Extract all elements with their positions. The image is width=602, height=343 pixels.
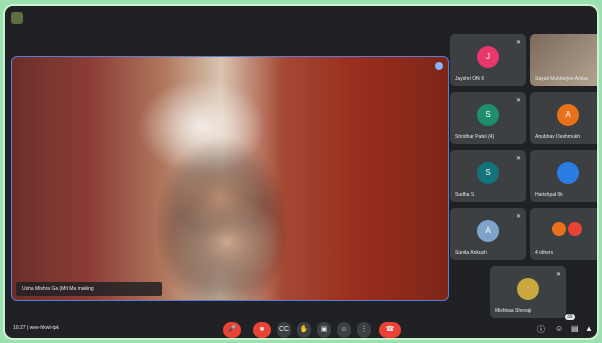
present-button[interactable]: ▣: [317, 322, 331, 338]
end-call-button[interactable]: ☎: [379, 322, 401, 338]
participant-tile[interactable]: ✕ Harishpal 0k: [530, 150, 597, 202]
avatar: A: [557, 104, 579, 126]
avatar: J: [477, 46, 499, 68]
raise-hand-button[interactable]: ✋: [297, 322, 311, 338]
captions-button[interactable]: CC: [277, 322, 291, 338]
mic-off-icon: ✕: [515, 156, 521, 162]
mic-off-icon: ✕: [596, 213, 597, 220]
participant-name: 4 others: [535, 250, 554, 256]
pin-icon[interactable]: [435, 62, 443, 70]
info-icon[interactable]: ⓘ: [537, 324, 545, 335]
participant-tile[interactable]: ✕ 4 others: [530, 208, 597, 260]
mic-off-icon: ✕: [515, 214, 521, 220]
avatar: S: [477, 162, 499, 184]
avatar: [517, 278, 539, 300]
meeting-window: Usha Mishra Ga (Mtl Ma making ✕ J Jayshr…: [3, 4, 599, 340]
participant-tile[interactable]: ✕ S Shridhar Patel (4): [450, 92, 526, 144]
main-video[interactable]: Usha Mishra Ga (Mtl Ma making: [11, 56, 449, 301]
app-logo-icon: [11, 12, 23, 24]
avatar: S: [477, 104, 499, 126]
mic-off-icon: ✕: [515, 98, 521, 104]
participant-tile[interactable]: ✕ A Sunita Ankush: [450, 208, 526, 260]
participant-tile[interactable]: ✕ Sayati Mukherjee Amba: [530, 34, 597, 86]
avatar: [568, 222, 582, 236]
camera-button[interactable]: ■: [253, 322, 271, 338]
mic-off-icon: ✕: [596, 97, 597, 104]
mic-off-icon: ✕: [596, 155, 597, 162]
participant-count-badge: 39: [565, 314, 575, 320]
participant-tile[interactable]: ✕ S Sudha S: [450, 150, 526, 202]
participant-name: Harishpal 0k: [535, 192, 563, 198]
participant-name: Sayati Mukherjee Amba: [535, 76, 588, 82]
people-icon[interactable]: ☺: [555, 324, 563, 333]
participant-name: Shridhar Patel (4): [455, 134, 495, 140]
main-participant-name: Usha Mishra Ga (Mtl Ma making: [16, 282, 162, 296]
mic-off-icon: ✕: [596, 39, 597, 46]
participant-name: Sudha S: [455, 192, 475, 198]
chat-icon[interactable]: ▤: [571, 324, 579, 333]
participant-tile[interactable]: ✕ A Anubhav Deshmukh: [530, 92, 597, 144]
participant-tile[interactable]: ✕ J Jayshri Ofk 6: [450, 34, 526, 86]
mic-off-icon: ✕: [515, 40, 521, 46]
more-button[interactable]: ⋮: [357, 322, 371, 338]
meeting-time: 10:27 | wee-hkwt-tpk: [13, 325, 60, 331]
participant-name: Anubhav Deshmukh: [535, 134, 581, 140]
mic-button[interactable]: 🎤: [223, 322, 241, 338]
emoji-button[interactable]: ☺: [337, 322, 351, 338]
control-bar: 10:27 | wee-hkwt-tpk 🎤 ■ CC ✋ ▣ ☺ ⋮ ☎ ⓘ …: [5, 312, 597, 338]
activities-icon[interactable]: ▲: [585, 324, 593, 333]
avatar: A: [477, 220, 499, 242]
participant-name: Sunita Ankush: [455, 250, 487, 256]
mic-off-icon: ✕: [555, 272, 561, 278]
participant-name: Jayshri Ofk 6: [455, 76, 485, 82]
avatar: [552, 222, 566, 236]
avatar: [557, 162, 579, 184]
participant-tile[interactable]: ✕ Mishkaa Shevaji: [490, 266, 566, 318]
